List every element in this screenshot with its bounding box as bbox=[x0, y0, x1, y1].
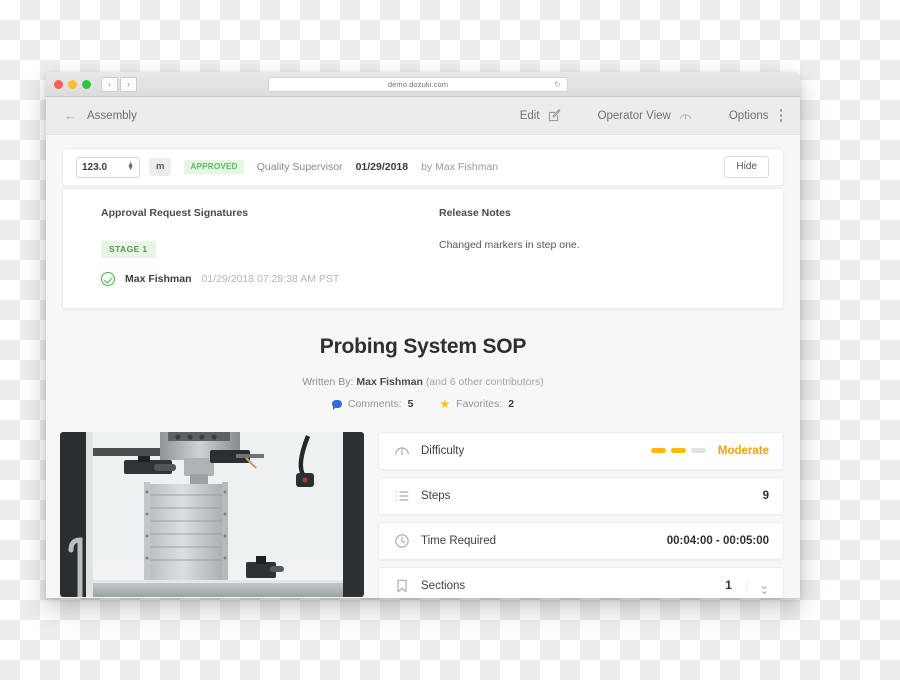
signatures-title: Approval Request Signatures bbox=[101, 207, 249, 219]
difficulty-bar-2 bbox=[670, 448, 686, 453]
edit-label: Edit bbox=[519, 109, 540, 122]
version-stepper[interactable]: 123.0 ▲ ▼ bbox=[76, 156, 140, 178]
page-title: Probing System SOP bbox=[319, 334, 527, 358]
release-notes-title: Release Notes bbox=[439, 207, 511, 219]
contributors-label: (and 6 other contributors) bbox=[425, 375, 544, 388]
status-badge: APPROVED bbox=[184, 160, 244, 174]
approval-author: by Max Fishman bbox=[421, 161, 499, 173]
version-status-card: 123.0 ▲ ▼ m APPROVED Quality Supervisor 0… bbox=[62, 148, 784, 186]
kebab-menu-icon[interactable] bbox=[776, 108, 787, 123]
back-arrow-icon[interactable]: ← bbox=[64, 109, 77, 122]
maximize-window-button[interactable] bbox=[82, 79, 91, 89]
options-button[interactable]: Options bbox=[729, 108, 786, 123]
address-bar[interactable]: demo.dozuki.com ↻ bbox=[268, 77, 568, 92]
info-label: Difficulty bbox=[421, 444, 465, 457]
document-header: Probing System SOP Written By: Max Fishm… bbox=[46, 309, 800, 410]
info-row-difficulty[interactable]: Difficulty Moderate bbox=[378, 431, 784, 470]
difficulty-bars bbox=[650, 448, 706, 453]
info-value: 1 bbox=[725, 579, 732, 592]
app-toolbar: ← Assembly Edit Operator View Options bbox=[46, 97, 800, 135]
favorites-count: 2 bbox=[508, 397, 515, 410]
version-row: 123.0 ▲ ▼ m APPROVED Quality Supervisor 0… bbox=[63, 149, 783, 185]
info-rows: Difficulty Moderate Steps 9 Time Require… bbox=[378, 431, 784, 598]
list-icon bbox=[394, 488, 421, 504]
approval-details-card: Approval Request Signatures STAGE 1 Max … bbox=[62, 188, 784, 309]
info-label: Time Required bbox=[421, 534, 496, 547]
difficulty-bar-3 bbox=[690, 448, 706, 453]
info-value: 00:04:00 - 00:05:00 bbox=[666, 534, 769, 547]
comments-count: 5 bbox=[407, 397, 414, 410]
browser-window: ‹ › demo.dozuki.com ↻ ← Assembly Edit Op… bbox=[46, 72, 800, 598]
info-row-sections[interactable]: Sections 1 ⌄ ⌄ bbox=[378, 566, 784, 598]
gauge-icon bbox=[678, 108, 693, 123]
approval-signatures-column: Approval Request Signatures STAGE 1 Max … bbox=[81, 207, 423, 286]
signature-row: Max Fishman 01/29/2018 07:28:38 AM PST bbox=[101, 271, 423, 286]
written-by-line: Written By: Max Fishman (and 6 other con… bbox=[46, 376, 800, 388]
comment-bubble-icon bbox=[331, 399, 342, 410]
approver-role: Quality Supervisor bbox=[256, 161, 343, 173]
back-button[interactable]: ‹ bbox=[101, 76, 118, 92]
pencil-square-icon bbox=[547, 108, 562, 123]
unit-chip: m bbox=[149, 158, 172, 176]
browser-titlebar: ‹ › demo.dozuki.com ↻ bbox=[46, 72, 800, 97]
release-notes-text: Changed markers in step one. bbox=[439, 239, 580, 251]
reload-icon[interactable]: ↻ bbox=[554, 80, 561, 89]
stepper-arrows-icon[interactable]: ▲ ▼ bbox=[127, 161, 134, 172]
options-label: Options bbox=[728, 109, 769, 122]
difficulty-bar-1 bbox=[650, 448, 666, 453]
check-circle-icon bbox=[101, 271, 115, 286]
signer-name: Max Fishman bbox=[125, 272, 192, 285]
minimize-window-button[interactable] bbox=[68, 79, 77, 89]
clock-icon bbox=[394, 533, 421, 549]
info-row-time-required[interactable]: Time Required 00:04:00 - 00:05:00 bbox=[378, 521, 784, 560]
info-label: Steps bbox=[421, 489, 451, 502]
bookmark-icon bbox=[394, 578, 421, 594]
app-viewport: ← Assembly Edit Operator View Options 12… bbox=[46, 97, 800, 598]
star-icon: ★ bbox=[439, 396, 451, 411]
gauge-icon bbox=[394, 443, 421, 459]
chevron-double-down-icon[interactable]: ⌄ ⌄ bbox=[745, 580, 769, 596]
document-stats: Comments: 5 ★ Favorites: 2 bbox=[46, 398, 800, 410]
operator-view-label: Operator View bbox=[597, 109, 671, 122]
comments-label: Comments: bbox=[347, 397, 402, 410]
breadcrumb-label: Assembly bbox=[87, 109, 137, 122]
comments-stat[interactable]: Comments: 5 bbox=[331, 397, 414, 410]
approval-date: 01/29/2018 bbox=[355, 161, 409, 173]
favorites-label: Favorites: bbox=[456, 397, 503, 410]
stage-badge: STAGE 1 bbox=[101, 241, 156, 258]
close-window-button[interactable] bbox=[54, 79, 63, 89]
toolbar-actions: Edit Operator View Options bbox=[520, 108, 786, 123]
forward-button[interactable]: › bbox=[120, 76, 137, 92]
info-row-steps[interactable]: Steps 9 bbox=[378, 476, 784, 515]
cnc-milling-machine-photo[interactable] bbox=[60, 431, 364, 597]
release-notes-column: Release Notes Changed markers in step on… bbox=[423, 207, 765, 286]
browser-nav-buttons: ‹ › bbox=[101, 76, 137, 92]
address-bar-url: demo.dozuki.com bbox=[387, 80, 449, 89]
document-author[interactable]: Max Fishman bbox=[356, 376, 423, 388]
difficulty-value: Moderate bbox=[717, 444, 769, 457]
operator-view-button[interactable]: Operator View bbox=[598, 108, 693, 123]
info-value: 9 bbox=[762, 489, 769, 502]
difficulty-indicator: Moderate bbox=[650, 444, 769, 457]
edit-button[interactable]: Edit bbox=[520, 108, 562, 123]
version-value: 123.0 bbox=[82, 161, 108, 173]
favorites-stat[interactable]: ★ Favorites: 2 bbox=[439, 398, 514, 410]
written-by-prefix: Written By: bbox=[302, 375, 354, 388]
info-label: Sections bbox=[421, 579, 466, 592]
app-content: 123.0 ▲ ▼ m APPROVED Quality Supervisor 0… bbox=[46, 148, 800, 598]
signer-timestamp: 01/29/2018 07:28:38 AM PST bbox=[201, 272, 340, 285]
traffic-lights bbox=[54, 79, 91, 89]
breadcrumb[interactable]: ← Assembly bbox=[64, 109, 137, 122]
overview-section: Difficulty Moderate Steps 9 Time Require… bbox=[46, 431, 800, 598]
hide-button[interactable]: Hide bbox=[724, 156, 769, 178]
